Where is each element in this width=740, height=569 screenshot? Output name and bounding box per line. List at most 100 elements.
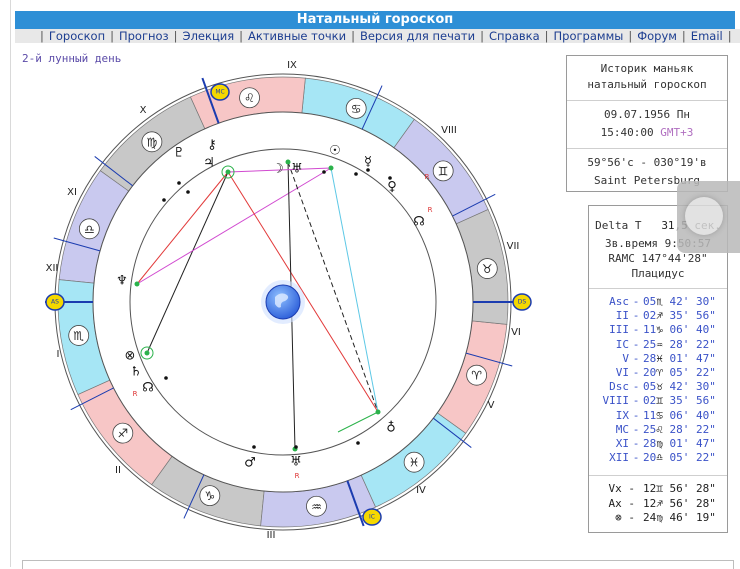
zodiac-sign-icon: ♋: [351, 102, 362, 116]
nav-separator: |: [40, 29, 44, 43]
nav-separator: |: [110, 29, 114, 43]
special-point-value: 12♊ 56' 28": [643, 482, 716, 495]
house-minutes: 06' 40": [662, 408, 716, 422]
angle-badge-label: MC: [215, 89, 224, 96]
retrograde-mark: R: [295, 472, 300, 480]
planet-degree-tick: [177, 181, 181, 185]
house-number: IX: [287, 60, 297, 71]
house-minutes: 06' 40": [662, 323, 716, 337]
nav-separator: |: [628, 29, 633, 43]
planet-glyph: ♃: [203, 156, 215, 171]
zodiac-sign-icon: ♑: [656, 323, 663, 337]
special-point-name: Ax -: [608, 496, 636, 510]
house-position: 20♈ 05' 22": [643, 366, 721, 379]
nav-link-8[interactable]: Email: [691, 29, 723, 43]
dash: -: [632, 394, 640, 408]
house-position: 25♌ 28' 22": [643, 423, 721, 436]
zodiac-sign-icon: ♓: [656, 351, 663, 365]
planet-degree-tick: [294, 445, 298, 449]
zodiac-sign-icon: ♑: [204, 489, 215, 503]
aspect-point: [285, 159, 291, 165]
house-name: XI: [615, 437, 629, 450]
nav-link-0[interactable]: Гороскоп: [49, 29, 105, 43]
house-degree: 25: [643, 422, 657, 436]
nav-link-5[interactable]: Справка: [489, 29, 540, 43]
birth-date: 09.07.1956 Пн: [603, 108, 691, 121]
house-name: Asc: [609, 295, 629, 308]
special-point-value: 12♐ 56' 28": [643, 496, 716, 510]
divider: [589, 475, 727, 476]
nav-link-6[interactable]: Программы: [554, 29, 624, 43]
aspect-point: [225, 169, 231, 175]
zodiac-sign-icon: ♌: [244, 91, 255, 105]
nav-separator: |: [351, 29, 355, 43]
dash: -: [632, 295, 640, 308]
special-point-row: ⊗ - 24♍ 46' 19": [595, 511, 721, 524]
house-minutes: 01' 47": [662, 437, 716, 450]
aspect-point: [375, 409, 381, 415]
divider: [567, 148, 727, 149]
house-system: Плацидус: [631, 267, 685, 280]
planet-glyph: ♅: [291, 162, 303, 177]
zodiac-sign-icon: ♏: [656, 295, 663, 308]
house-cusp-row: IC -25♒ 28' 22": [595, 338, 721, 351]
zodiac-sign-icon: ♎: [84, 222, 95, 236]
house-position: 02♊ 35' 56": [643, 394, 721, 407]
house-name: VIII: [602, 394, 630, 408]
floating-knob[interactable]: [685, 197, 723, 235]
house-degree: 25: [643, 337, 657, 351]
zodiac-sign-icon: ♊: [656, 394, 663, 408]
planet-glyph: ♅: [290, 455, 302, 470]
divider: [589, 288, 727, 289]
house-cusp-row: III -11♑ 06' 40": [595, 323, 721, 336]
nav-link-3[interactable]: Активные точки: [248, 29, 346, 43]
house-name: VI: [615, 366, 629, 379]
nav-separator: |: [681, 29, 686, 43]
planet-glyph: ♀: [387, 180, 397, 195]
planet-degree-tick: [366, 168, 370, 172]
house-number: VI: [511, 327, 521, 338]
nav-link-2[interactable]: Элекция: [183, 29, 235, 43]
planet-glyph: ☽: [272, 162, 284, 177]
house-position: 05♉ 42' 30": [643, 380, 721, 393]
zodiac-sign-icon: ♊: [438, 164, 449, 178]
earth-globe-icon: [265, 284, 301, 320]
dash: -: [632, 437, 640, 450]
retrograde-mark: R: [425, 173, 430, 181]
zodiac-sign-icon: ♍: [656, 437, 663, 450]
delta-t-label: Delta T: [595, 219, 642, 232]
left-page-border: [10, 0, 11, 567]
nav-link-1[interactable]: Прогноз: [119, 29, 169, 43]
house-name: III: [609, 323, 629, 337]
planet-glyph: ♄: [130, 365, 142, 380]
zodiac-sign-icon: ♎: [656, 451, 663, 465]
zodiac-sign-icon: ♉: [482, 262, 493, 276]
house-minutes: 42' 30": [662, 380, 716, 394]
house-name: IC: [615, 337, 629, 351]
house-cusp-row: Dsc -05♉ 42' 30": [595, 380, 721, 393]
house-minutes: 05' 22": [662, 366, 716, 379]
dash: -: [632, 366, 640, 379]
chart-kind: натальный гороскоп: [587, 78, 707, 91]
dash: -: [632, 422, 640, 436]
nav-link-7[interactable]: Форум: [637, 29, 677, 43]
house-number: III: [267, 530, 276, 541]
nav-separator: |: [544, 29, 549, 43]
zodiac-sign-icon: ♌: [656, 422, 663, 436]
house-cusp-row: VIII -02♊ 35' 56": [595, 394, 721, 407]
dash: -: [632, 408, 640, 422]
house-degree: 02: [643, 394, 657, 408]
floating-scroll-widget[interactable]: [677, 181, 740, 253]
birth-coordinates: 59°56'с - 030°19'в: [587, 156, 707, 169]
house-degree: 05: [643, 295, 657, 308]
nav-link-4[interactable]: Версия для печати: [360, 29, 475, 43]
houses-panel: Delta T 31,5 сек. Зв.время 9:50:57 RAMC …: [588, 205, 728, 533]
dash: -: [632, 351, 640, 365]
house-degree: 20: [643, 451, 657, 465]
timezone: GMT+3: [660, 126, 694, 139]
planet-degree-tick: [164, 376, 168, 380]
zodiac-sign-icon: ♓: [409, 456, 420, 470]
chart-owner: Историк маньяк: [600, 62, 694, 75]
house-name: II: [615, 309, 629, 323]
house-position: 11♋ 06' 40": [643, 409, 721, 422]
